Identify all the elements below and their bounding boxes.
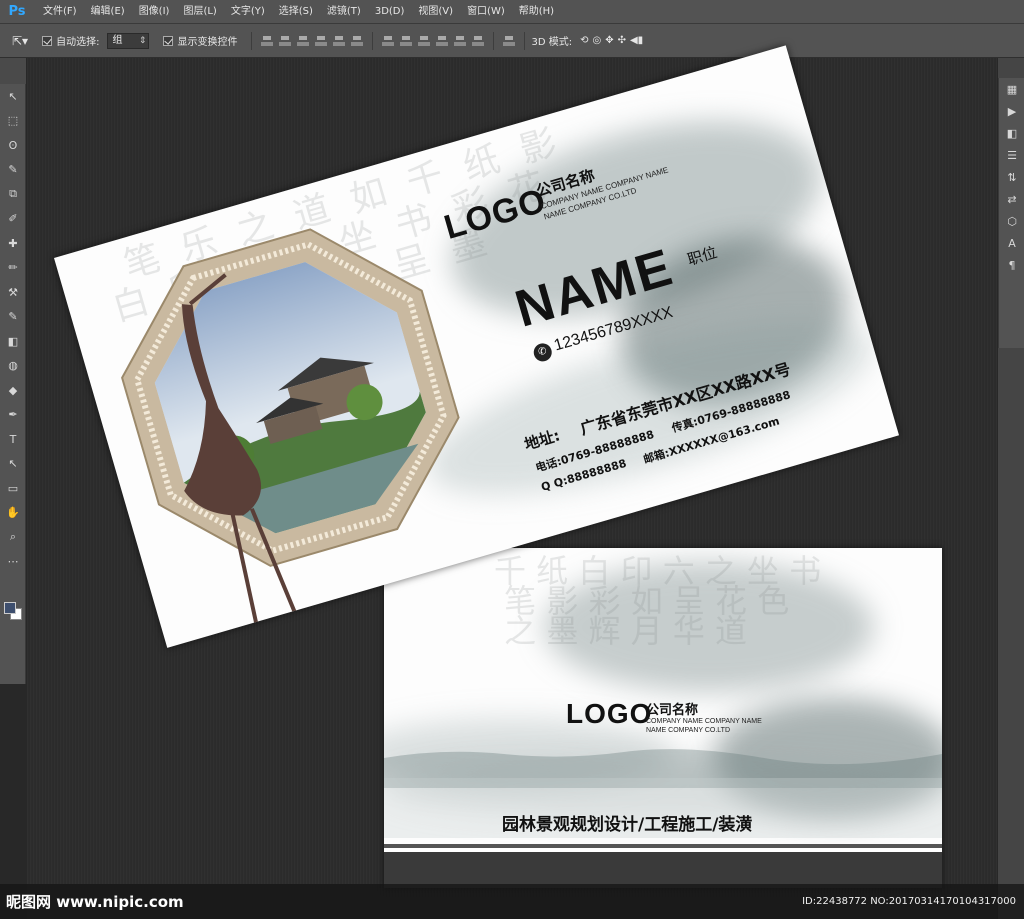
menu-type[interactable]: 文字(Y): [224, 0, 272, 24]
show-transform-label: 显示变换控件: [177, 37, 238, 48]
3d-panel-icon[interactable]: ⬡: [999, 210, 1024, 232]
menu-window[interactable]: 窗口(W): [460, 0, 512, 24]
align-vcenter-icon[interactable]: [278, 34, 292, 48]
auto-select-label: 自动选择:: [56, 37, 100, 48]
menu-file[interactable]: 文件(F): [36, 0, 84, 24]
3d-slide-icon[interactable]: ✣: [618, 35, 626, 46]
path-select-tool-icon[interactable]: ↖: [0, 452, 26, 477]
back-slogan: 园林景观规划设计/工程施工/装潢: [502, 815, 753, 835]
3d-rotate-icon[interactable]: ⟲: [580, 35, 588, 46]
distribute-right-icon[interactable]: [471, 34, 485, 48]
hand-tool-icon[interactable]: ✋: [0, 501, 26, 526]
marquee-tool-icon[interactable]: ⬚: [0, 109, 26, 134]
back-company-en-2: NAME COMPANY CO.LTD: [646, 727, 731, 734]
phone-icon: ✆: [531, 341, 554, 364]
menu-bar: Ps 文件(F) 编辑(E) 图像(I) 图层(L) 文字(Y) 选择(S) 滤…: [0, 0, 1024, 24]
history-brush-tool-icon[interactable]: ✎: [0, 305, 26, 330]
properties-panel-icon[interactable]: ⇄: [999, 188, 1024, 210]
pen-tool-icon[interactable]: ✒: [0, 403, 26, 428]
distribute-vcenter-icon[interactable]: [399, 34, 413, 48]
distribute-left-icon[interactable]: [435, 34, 449, 48]
eraser-tool-icon[interactable]: ◧: [0, 329, 26, 354]
eyedropper-tool-icon[interactable]: ✐: [0, 207, 26, 232]
clone-stamp-tool-icon[interactable]: ⚒: [0, 280, 26, 305]
blur-tool-icon[interactable]: ◆: [0, 378, 26, 403]
brush-tool-icon[interactable]: ✏: [0, 256, 26, 281]
align-hcenter-icon[interactable]: [332, 34, 346, 48]
align-top-icon[interactable]: [260, 34, 274, 48]
3d-mode-label: 3D 模式:: [531, 37, 573, 48]
watermark-bar: 昵图网 www.nipic.com ID:22438772 NO:2017031…: [0, 884, 1024, 919]
swatches-panel-icon[interactable]: ☰: [999, 144, 1024, 166]
distribute-hcenter-icon[interactable]: [453, 34, 467, 48]
auto-align-icon[interactable]: [502, 34, 516, 48]
watermark-site: 昵图网 www.nipic.com: [6, 893, 184, 911]
actions-panel-icon[interactable]: ▶: [999, 100, 1024, 122]
watermark-id: ID:22438772 NO:20170314170104317000: [802, 896, 1016, 907]
align-right-icon[interactable]: [350, 34, 364, 48]
paragraph-panel-icon[interactable]: ¶: [999, 254, 1024, 276]
back-bottom-band: [384, 848, 942, 888]
calligraphy-texture: 千 纸 白 印 六 之 坐 书 笔 影 彩 如 呈 花 色 之 墨 辉 月 华 …: [494, 552, 822, 650]
menu-view[interactable]: 视图(V): [411, 0, 460, 24]
character-panel-icon[interactable]: A: [999, 232, 1024, 254]
auto-select-option[interactable]: 自动选择:: [42, 33, 99, 48]
quick-select-tool-icon[interactable]: ✎: [0, 158, 26, 183]
adjustments-panel-icon[interactable]: ⇅: [999, 166, 1024, 188]
3d-roll-icon[interactable]: ◎: [592, 35, 601, 46]
color-panel-icon[interactable]: ◧: [999, 122, 1024, 144]
menu-select[interactable]: 选择(S): [272, 0, 320, 24]
crop-tool-icon[interactable]: ⧉: [0, 182, 26, 207]
move-tool-icon: ⇱▾: [12, 33, 29, 48]
more-tools-icon[interactable]: ⋯: [0, 550, 26, 575]
move-tool-preset[interactable]: ⇱▾: [12, 34, 28, 48]
back-logo: LOGO: [566, 698, 653, 729]
menu-image[interactable]: 图像(I): [132, 0, 177, 24]
type-tool-icon[interactable]: T: [0, 427, 26, 452]
collapsed-panels: ▦ ▶ ◧ ☰ ⇅ ⇄ ⬡ A ¶: [998, 78, 1024, 348]
divider: [372, 31, 374, 50]
distribute-top-icon[interactable]: [381, 34, 395, 48]
auto-select-dropdown[interactable]: 组: [107, 32, 150, 49]
back-company-cn: 公司名称: [646, 703, 699, 718]
tools-panel: ↖ ⬚ ʘ ✎ ⧉ ✐ ✚ ✏ ⚒ ✎ ◧ ◍ ◆ ✒ T ↖ ▭ ✋ ⌕ ⋯: [0, 84, 26, 684]
align-bottom-icon[interactable]: [296, 34, 310, 48]
divider: [251, 31, 253, 50]
distribute-bottom-icon[interactable]: [417, 34, 431, 48]
zoom-tool-icon[interactable]: ⌕: [0, 525, 26, 550]
menu-3d[interactable]: 3D(D): [368, 0, 412, 24]
show-transform-option[interactable]: 显示变换控件: [163, 33, 237, 48]
menu-layer[interactable]: 图层(L): [176, 0, 223, 24]
rectangle-tool-icon[interactable]: ▭: [0, 476, 26, 501]
show-transform-checkbox[interactable]: [163, 35, 174, 46]
3d-scale-icon[interactable]: ◀▮: [630, 35, 643, 46]
toolbar-collapse-strip[interactable]: [0, 58, 26, 84]
options-bar: ⇱▾ 自动选择: 组 显示变换控件 3D 模式: ⟲ ◎ ✥ ✣ ◀▮: [0, 24, 1024, 58]
divider: [524, 31, 526, 50]
auto-select-checkbox[interactable]: [42, 35, 53, 46]
back-company-en-1: COMPANY NAME COMPANY NAME: [646, 718, 762, 725]
menu-edit[interactable]: 编辑(E): [84, 0, 132, 24]
3d-pan-icon[interactable]: ✥: [605, 35, 613, 46]
move-tool-icon[interactable]: ↖: [0, 84, 26, 109]
business-card-back: 千 纸 白 印 六 之 坐 书 笔 影 彩 如 呈 花 色 之 墨 辉 月 华 …: [384, 548, 942, 888]
menu-help[interactable]: 帮助(H): [512, 0, 561, 24]
menu-filter[interactable]: 滤镜(T): [320, 0, 368, 24]
align-left-icon[interactable]: [314, 34, 328, 48]
paint-bucket-tool-icon[interactable]: ◍: [0, 354, 26, 379]
lasso-tool-icon[interactable]: ʘ: [0, 133, 26, 158]
history-panel-icon[interactable]: ▦: [999, 78, 1024, 100]
photoshop-logo[interactable]: Ps: [6, 3, 28, 21]
divider: [493, 31, 495, 50]
healing-brush-tool-icon[interactable]: ✚: [0, 231, 26, 256]
foreground-color-swatch[interactable]: [4, 602, 16, 614]
